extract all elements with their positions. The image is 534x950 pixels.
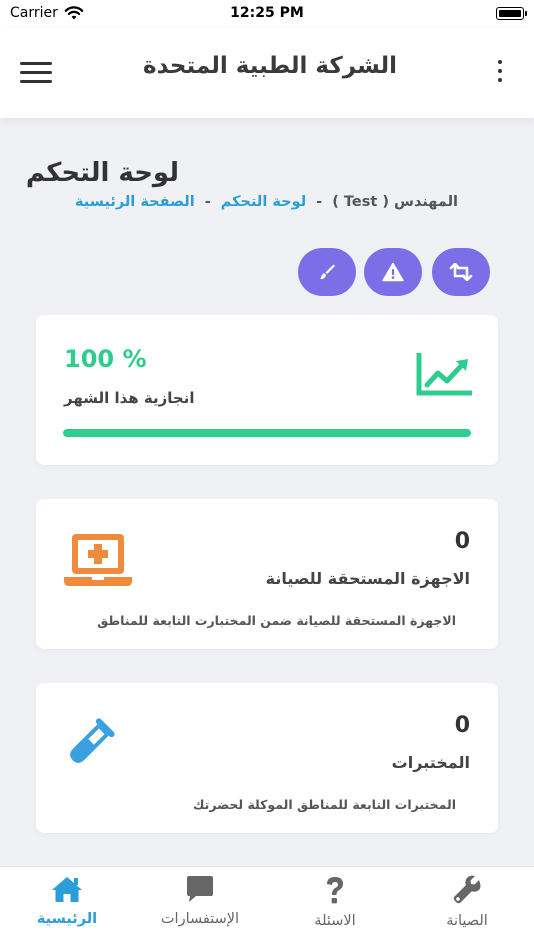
devices-count: 0 — [454, 529, 470, 554]
tab-maintenance[interactable]: الصيانة — [412, 875, 522, 941]
home-icon — [52, 877, 82, 902]
tab-home[interactable]: الرئيسية — [12, 875, 122, 941]
warning-icon — [382, 262, 404, 282]
devices-due-card[interactable]: 0 الاجهزة المستحقة للصيانة الاجهزة المست… — [36, 499, 498, 649]
test-tube-icon — [70, 718, 115, 763]
status-bar: Carrier 12:25 PM — [0, 0, 534, 28]
brush-button[interactable] — [298, 248, 356, 296]
labs-count: 0 — [454, 713, 470, 738]
bottom-tab-bar: الرئيسية الإستفسارات الاسئلة الصيانة — [0, 866, 534, 950]
chat-icon — [187, 876, 213, 902]
retweet-icon — [449, 263, 473, 281]
brush-icon — [320, 264, 335, 280]
page-title: لوحة التحكم — [25, 158, 179, 188]
devices-label: الاجهزة المستحقة للصيانة — [265, 569, 470, 588]
clock: 12:25 PM — [230, 5, 304, 21]
tab-questions-label: الاسئلة — [314, 913, 356, 929]
progress-percent: 100 % — [64, 345, 147, 373]
tab-maintenance-label: الصيانة — [446, 913, 488, 929]
breadcrumb-dashboard-link[interactable]: لوحة التحكم — [221, 194, 306, 210]
breadcrumb-home-link[interactable]: الصفحة الرئيسية — [75, 194, 195, 210]
devices-description: الاجهزة المستحقة للصيانة ضمن المختبارت ا… — [97, 613, 456, 628]
question-icon — [327, 877, 343, 904]
progress-label: انجازية هذا الشهر — [64, 389, 195, 407]
sync-button[interactable] — [432, 248, 490, 296]
breadcrumb-separator: - — [316, 194, 323, 210]
more-options-icon[interactable] — [496, 60, 504, 84]
breadcrumb: المهندس ( Test ) - لوحة التحكم - الصفحة … — [36, 194, 458, 210]
progress-bar — [63, 429, 471, 437]
wrench-icon — [453, 875, 481, 904]
tab-questions[interactable]: الاسئلة — [280, 875, 390, 941]
app-header: الشركة الطبية المتحدة — [0, 28, 534, 118]
monthly-progress-card: 100 % انجازية هذا الشهر — [36, 315, 498, 465]
alert-button[interactable] — [364, 248, 422, 296]
menu-icon[interactable] — [20, 60, 52, 84]
labs-card[interactable]: 0 المختبرات المختبرات التابعة للمناطق ال… — [36, 683, 498, 833]
tab-inquiries-label: الإستفسارات — [160, 911, 240, 927]
app-title: الشركة الطبية المتحدة — [143, 53, 397, 79]
breadcrumb-engineer: المهندس ( Test ) — [332, 194, 458, 210]
trend-chart-icon — [416, 353, 472, 396]
battery-icon — [496, 7, 527, 20]
tab-inquiries[interactable]: الإستفسارات — [145, 875, 255, 941]
breadcrumb-separator: - — [204, 194, 211, 210]
progress-bar-fill — [63, 429, 471, 437]
laptop-medical-icon — [64, 534, 132, 586]
tab-home-label: الرئيسية — [36, 911, 98, 927]
labs-description: المختبرات التابعة للمناطق الموكلة لحضرتك — [193, 797, 456, 812]
labs-label: المختبرات — [391, 753, 470, 772]
